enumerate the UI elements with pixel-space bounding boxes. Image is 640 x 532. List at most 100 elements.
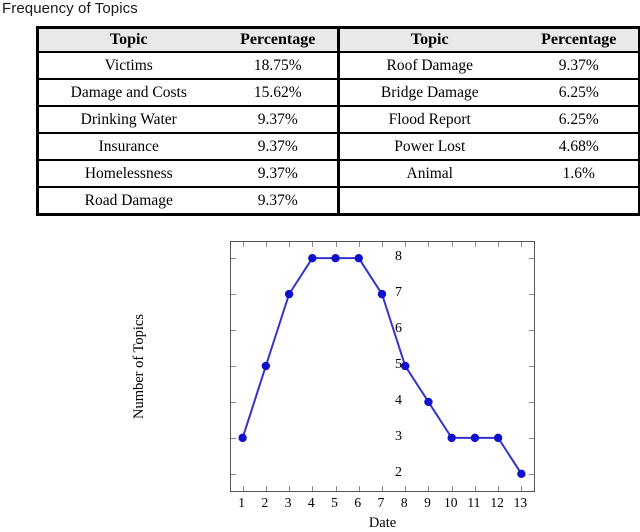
y-tick-mark <box>231 437 236 439</box>
y-tick-mark <box>529 330 534 332</box>
x-tick-mark <box>312 486 314 491</box>
cell-percentage-right <box>519 186 640 215</box>
x-tick-mark <box>521 486 523 491</box>
data-point-marker <box>284 289 294 299</box>
x-tick-mark <box>289 242 291 247</box>
x-axis-label: Date <box>368 515 397 531</box>
cell-percentage-right: 4.68% <box>519 132 640 160</box>
x-tick-label: 7 <box>377 495 385 510</box>
y-tick-mark <box>529 473 534 475</box>
y-tick-mark <box>231 401 236 403</box>
y-tick-label: 5 <box>395 357 402 372</box>
cell-percentage-right: 1.6% <box>519 159 640 187</box>
y-tick-mark <box>231 294 236 296</box>
x-tick-mark <box>265 242 267 247</box>
y-tick-label: 4 <box>395 392 402 408</box>
data-point-marker <box>447 433 456 443</box>
data-point-marker <box>261 361 271 371</box>
y-tick-mark <box>529 437 534 439</box>
cell-percentage-left: 9.37% <box>218 186 339 215</box>
data-point-marker <box>331 253 340 263</box>
x-tick-mark <box>498 242 500 247</box>
x-tick-label: 8 <box>400 495 408 510</box>
y-tick-mark <box>231 330 236 332</box>
x-tick-mark <box>312 242 314 247</box>
data-point-marker <box>401 361 410 371</box>
y-tick-mark <box>231 258 236 260</box>
table-row: Homelessness 9.37% Animal 1.6% <box>37 159 640 187</box>
cell-percentage-right: 6.25% <box>519 78 640 106</box>
x-tick-mark <box>451 486 453 491</box>
cell-topic-right: Flood Report <box>337 105 520 133</box>
cell-topic-left: Victims <box>37 51 219 79</box>
cell-topic-left: Insurance <box>37 132 219 160</box>
column-header-topic-right: Topic <box>337 27 520 52</box>
x-tick-label: 11 <box>467 495 481 510</box>
cell-percentage-right: 9.37% <box>519 51 640 79</box>
column-header-percentage-right: Percentage <box>519 27 640 52</box>
cell-topic-left: Road Damage <box>37 186 219 215</box>
x-tick-mark <box>405 242 407 247</box>
table-header-row: Topic Percentage Topic Percentage <box>37 27 640 52</box>
x-tick-label: 9 <box>424 495 431 510</box>
table-row: Damage and Costs 15.62% Bridge Damage 6.… <box>37 78 640 106</box>
cell-percentage-left: 9.37% <box>218 105 339 133</box>
x-tick-mark <box>474 242 476 247</box>
page-title: Frequency of Topics <box>2 0 138 17</box>
x-tick-label: 10 <box>443 495 458 510</box>
y-tick-label: 3 <box>395 428 402 444</box>
frequency-table-container: Topic Percentage Topic Percentage Victim… <box>36 26 640 216</box>
data-point-marker <box>238 433 247 443</box>
data-point-marker <box>493 433 503 443</box>
x-tick-mark <box>242 486 244 491</box>
x-tick-label: 3 <box>284 495 292 510</box>
cell-percentage-left: 9.37% <box>218 159 339 187</box>
x-tick-mark <box>521 242 523 247</box>
cell-topic-right: Animal <box>337 159 520 187</box>
table-row: Road Damage 9.37% <box>37 186 640 215</box>
data-point-marker <box>517 469 526 479</box>
x-tick-mark <box>242 242 244 247</box>
frequency-table: Topic Percentage Topic Percentage Victim… <box>36 26 640 216</box>
y-tick-label: 2 <box>395 464 402 480</box>
y-tick-mark <box>529 294 534 296</box>
x-tick-label: 13 <box>513 495 528 510</box>
x-tick-label: 12 <box>490 495 504 510</box>
y-tick-label: 7 <box>395 285 402 301</box>
cell-percentage-left: 18.75% <box>218 51 339 79</box>
table-header: Topic Percentage Topic Percentage <box>37 27 640 52</box>
table-row: Drinking Water 9.37% Flood Report 6.25% <box>37 105 640 133</box>
y-tick-mark <box>529 258 534 260</box>
x-tick-mark <box>335 486 337 491</box>
data-point-marker <box>354 253 363 263</box>
x-tick-mark <box>382 242 383 247</box>
y-tick-mark <box>529 401 534 403</box>
x-tick-label: 5 <box>331 495 338 510</box>
column-header-percentage-left: Percentage <box>218 27 339 52</box>
x-tick-mark <box>428 486 430 491</box>
x-tick-mark <box>405 486 407 491</box>
x-tick-mark <box>428 242 430 247</box>
y-tick-label: 6 <box>395 321 402 337</box>
cell-percentage-left: 15.62% <box>218 78 339 106</box>
table-body: Victims 18.75% Roof Damage 9.37% Damage … <box>37 51 640 215</box>
line-chart: Number of Topics 2345678 1 2 3 4 5 6 7 8 9 10 11 12… <box>0 225 640 531</box>
cell-topic-right: Power Lost <box>337 132 520 160</box>
y-axis-label-text: Number of Topics <box>131 313 148 420</box>
y-tick-mark <box>529 366 534 367</box>
table-row: Insurance 9.37% Power Lost 4.68% <box>37 132 640 160</box>
x-tick-mark <box>382 486 383 491</box>
x-tick-mark <box>358 242 360 247</box>
x-tick-label: 6 <box>354 495 362 510</box>
cell-topic-left: Damage and Costs <box>37 78 219 106</box>
x-tick-label: 4 <box>307 495 315 510</box>
cell-percentage-left: 9.37% <box>218 132 339 160</box>
data-point-marker <box>424 397 433 407</box>
x-tick-mark <box>289 486 291 491</box>
y-tick-mark <box>231 473 236 475</box>
table-row: Victims 18.75% Roof Damage 9.37% <box>37 51 640 79</box>
data-point-marker <box>470 433 480 443</box>
x-tick-mark <box>265 486 267 491</box>
x-tick-mark <box>498 486 500 491</box>
cell-topic-right <box>337 186 520 215</box>
